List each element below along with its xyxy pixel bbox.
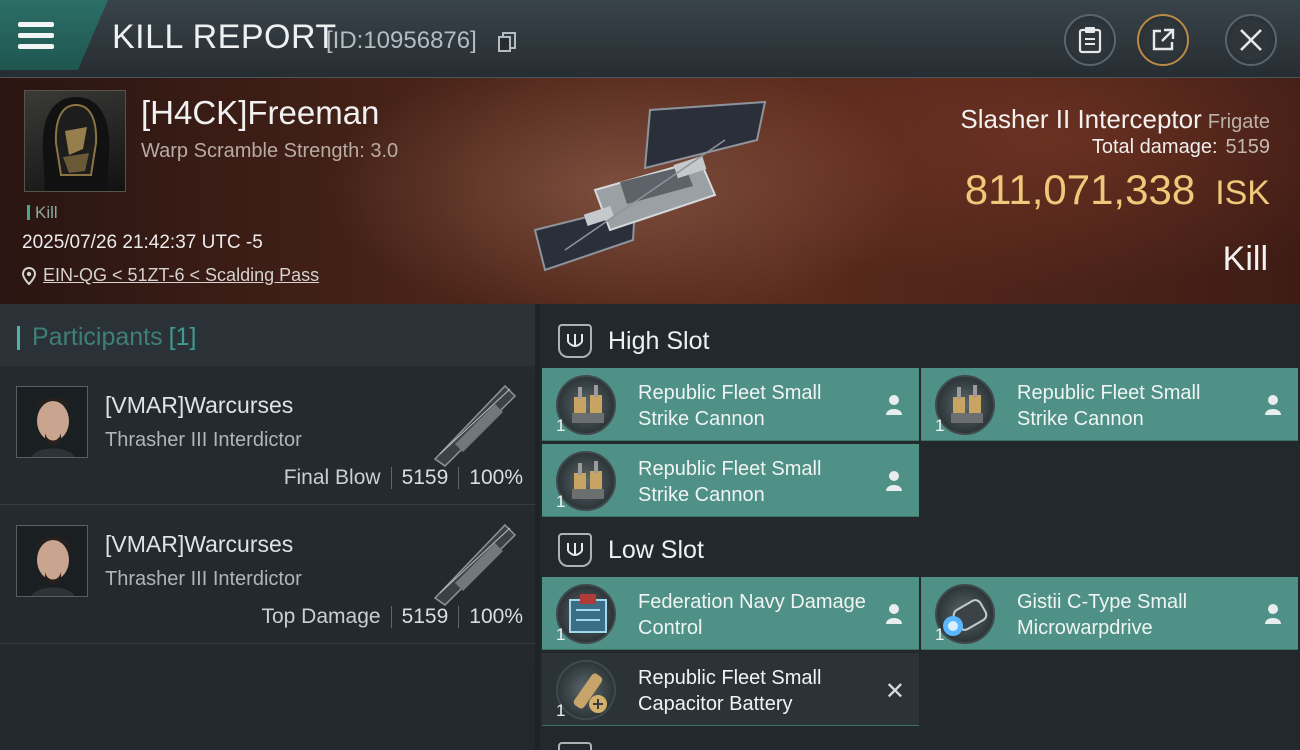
kill-tag: Kill <box>27 203 58 223</box>
module-item-destroyed[interactable]: 1 Republic Fleet Small Capacitor Battery… <box>542 653 919 726</box>
divider <box>390 467 392 489</box>
participant-name: [VMAR]Warcurses <box>105 392 294 418</box>
mid-slot-icon <box>558 742 592 750</box>
participant-damage: 5159 <box>401 605 449 628</box>
participants-count: [1] <box>168 323 197 351</box>
high-slot-label: High Slot <box>608 326 710 355</box>
ship-name: Slasher II Interceptor <box>960 104 1202 134</box>
module-quantity: 1 <box>556 701 566 720</box>
module-name: Republic Fleet Small Capacitor Battery <box>638 667 822 715</box>
title-bar: KILL REPORT [ID:10956876] <box>0 0 1300 78</box>
low-slot-label: Low Slot <box>608 535 704 564</box>
divider <box>390 606 392 628</box>
participant-role: Top Damage <box>261 605 381 628</box>
participant-damage: 5159 <box>401 466 449 489</box>
module-quantity: 1 <box>556 416 566 435</box>
module-quantity: 1 <box>935 416 945 435</box>
person-icon <box>1265 604 1281 624</box>
participant-percent: 100% <box>469 466 523 489</box>
page-title: KILL REPORT <box>112 18 337 56</box>
module-name: Federation Navy Damage Control <box>638 591 866 639</box>
participant-stats: Final Blow 5159 100% <box>284 466 523 490</box>
module-name: Republic Fleet Small Strike Cannon <box>1017 382 1201 430</box>
participants-panel: Participants [1] [VMAR]Warcurses Thrasher… <box>0 304 535 750</box>
menu-icon-bar <box>18 33 54 38</box>
clipboard-icon <box>1078 27 1102 54</box>
person-icon <box>886 604 902 624</box>
victim-ship-image <box>533 100 767 272</box>
participant-row[interactable]: [VMAR]Warcurses Thrasher III Interdictor… <box>0 366 535 505</box>
module-item[interactable]: 1 Republic Fleet Small Strike Cannon <box>542 444 919 517</box>
destroyed-x-icon: ✕ <box>884 678 905 705</box>
warp-scramble-strength: Warp Scramble Strength: 3.0 <box>141 140 399 162</box>
module-item[interactable]: 1 Republic Fleet Small Strike Cannon <box>542 368 919 441</box>
person-icon <box>886 395 902 415</box>
victim-ship[interactable]: Slasher II Interceptor Frigate <box>960 104 1270 135</box>
person-icon <box>886 471 902 491</box>
participant-ship-image <box>433 384 517 467</box>
location-pin-icon <box>22 266 36 285</box>
close-icon <box>1240 29 1262 51</box>
menu-icon <box>18 22 54 27</box>
module-item[interactable]: 1 Federation Navy Damage Control <box>542 577 919 650</box>
isk-value: 811,071,338 ISK <box>965 166 1270 214</box>
share-button[interactable] <box>1137 14 1189 66</box>
isk-amount: 811,071,338 <box>964 166 1196 213</box>
participant-ship: Thrasher III Interdictor <box>105 429 302 451</box>
participant-avatar[interactable] <box>16 525 88 597</box>
total-damage-label: Total damage: <box>1091 136 1218 158</box>
kill-timestamp: 2025/07/26 21:42:37 UTC -5 <box>22 232 263 253</box>
module-quantity: 1 <box>556 625 566 644</box>
close-button[interactable] <box>1225 14 1277 66</box>
victim-banner: [H4CK]Freeman Warp Scramble Strength: 3.… <box>0 78 1300 304</box>
module-item[interactable]: 1 Republic Fleet Small Strike Cannon <box>921 368 1298 441</box>
isk-unit: ISK <box>1215 174 1270 212</box>
header-accent <box>17 326 20 350</box>
report-id: [ID:10956876] <box>326 27 477 54</box>
participant-name: [VMAR]Warcurses <box>105 531 294 557</box>
participant-role: Final Blow <box>283 466 381 489</box>
clipboard-button[interactable] <box>1064 14 1116 66</box>
pilot-portrait-icon <box>17 526 87 596</box>
high-slot-header: High Slot <box>540 310 1300 372</box>
pilot-portrait-icon <box>17 387 87 457</box>
participants-label: Participants [1] <box>32 323 196 352</box>
module-name: Gistii C-Type Small Microwarpdrive <box>1017 591 1188 639</box>
location-link[interactable]: EIN-QG < 51ZT-6 < Scalding Pass <box>22 265 319 286</box>
module-name: Republic Fleet Small Strike Cannon <box>638 458 822 506</box>
mid-slot-header-peek <box>540 738 1300 750</box>
module-name: Republic Fleet Small Strike Cannon <box>638 382 822 430</box>
divider <box>458 467 460 489</box>
result-label: Kill <box>1222 240 1268 278</box>
participant-stats: Top Damage 5159 100% <box>261 605 523 629</box>
module-quantity: 1 <box>935 625 945 644</box>
divider <box>458 606 460 628</box>
participants-title: Participants <box>32 323 163 351</box>
victim-avatar[interactable] <box>24 90 126 192</box>
module-item[interactable]: 1 Gistii C-Type Small Microwarpdrive <box>921 577 1298 650</box>
hooded-helmet-icon <box>42 97 110 191</box>
module-quantity: 1 <box>556 492 566 511</box>
menu-icon-bar <box>18 44 54 49</box>
participants-header[interactable]: Participants [1] <box>0 304 535 366</box>
low-slot-header: Low Slot <box>540 519 1300 581</box>
victim-name[interactable]: [H4CK]Freeman <box>141 94 379 132</box>
ship-class: Frigate <box>1207 111 1270 133</box>
total-damage-value: 5159 <box>1225 136 1271 158</box>
participant-ship: Thrasher III Interdictor <box>105 568 302 590</box>
fitting-panel: High Slot 1 Republic Fleet Small Strike … <box>540 304 1300 750</box>
location-text: EIN-QG < 51ZT-6 < Scalding Pass <box>43 265 320 285</box>
participant-percent: 100% <box>469 605 523 628</box>
high-slot-icon <box>558 324 592 358</box>
person-icon <box>1265 395 1281 415</box>
low-slot-icon <box>558 533 592 567</box>
total-damage: Total damage: 5159 <box>1092 136 1270 159</box>
menu-button[interactable] <box>0 0 108 70</box>
participant-ship-image <box>433 523 517 606</box>
participant-row[interactable]: [VMAR]Warcurses Thrasher III Interdictor… <box>0 505 535 644</box>
share-icon <box>1152 28 1175 51</box>
participant-avatar[interactable] <box>16 386 88 458</box>
copy-icon[interactable] <box>498 32 516 52</box>
